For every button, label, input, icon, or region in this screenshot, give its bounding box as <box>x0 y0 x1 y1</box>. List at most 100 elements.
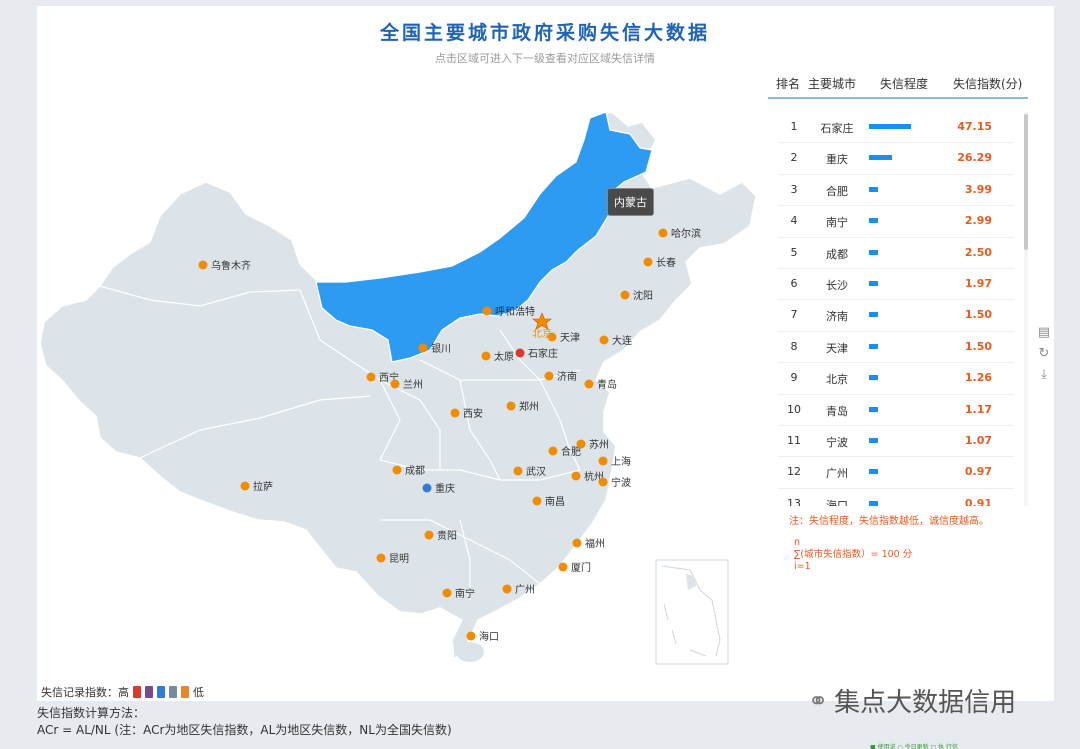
rank-number: 4 <box>790 214 798 228</box>
rank-number: 3 <box>790 182 798 196</box>
ranking-row[interactable]: 4 南宁 2.99 <box>778 206 1014 238</box>
svg-text:南宁: 南宁 <box>455 587 475 600</box>
ranking-row[interactable]: 10 青岛 1.17 <box>778 395 1014 426</box>
rank-bar <box>869 312 878 318</box>
svg-text:乌鲁木齐: 乌鲁木齐 <box>211 259 251 272</box>
rank-bar <box>869 249 878 255</box>
city-haikou[interactable]: 海口 <box>466 630 500 643</box>
svg-text:上海: 上海 <box>611 455 631 468</box>
rank-bar <box>869 218 878 224</box>
download-icon[interactable]: ⤓ <box>1036 367 1052 388</box>
rank-bar <box>869 375 878 381</box>
ranking-row[interactable]: 12 广州 0.97 <box>778 457 1014 489</box>
svg-text:贵阳: 贵阳 <box>437 529 457 542</box>
rank-bar <box>869 469 878 475</box>
rank-number: 13 <box>787 496 801 506</box>
rank-number: 7 <box>790 308 798 322</box>
rank-number: 1 <box>790 120 798 133</box>
rank-bar <box>869 437 878 443</box>
legend-low-label: 低 <box>193 686 204 699</box>
refresh-icon[interactable]: ↻ <box>1036 346 1052 367</box>
legend-swatch-3[interactable] <box>157 686 165 698</box>
legend-swatch-2[interactable] <box>145 686 153 698</box>
rank-city: 成都 <box>826 247 848 261</box>
rank-value: 1.26 <box>964 371 992 385</box>
ranking-row[interactable]: 13 海口 0.91 <box>778 489 1014 506</box>
legend-swatch-5[interactable] <box>181 686 189 698</box>
chart-toolbox: ▤ ↻ ⤓ <box>1036 325 1052 388</box>
ranking-row[interactable]: 9 北京 1.26 <box>778 363 1014 395</box>
map-legend: 失信记录指数：高 低 <box>41 684 204 700</box>
rank-number: 11 <box>787 433 801 447</box>
svg-text:济南: 济南 <box>557 370 577 383</box>
svg-text:呼和浩特: 呼和浩特 <box>495 306 535 318</box>
ranking-row[interactable]: 5 成都 2.50 <box>778 238 1014 269</box>
rank-city: 北京 <box>826 373 848 387</box>
rank-bar <box>869 343 878 349</box>
svg-text:大连: 大连 <box>612 334 632 347</box>
ranking-list[interactable]: 1 石家庄 47.15 2 重庆 26.29 3 合肥 3.99 4 南宁 2.99 5 成都 2.50 6 长… <box>778 112 1014 506</box>
rank-number: 6 <box>790 276 798 290</box>
svg-text:拉萨: 拉萨 <box>253 480 273 493</box>
svg-text:兰州: 兰州 <box>403 378 423 391</box>
ranking-row[interactable]: 6 长沙 1.97 <box>778 269 1014 301</box>
rank-city: 青岛 <box>826 404 848 418</box>
svg-text:成都: 成都 <box>405 465 425 477</box>
rank-value: 2.99 <box>964 214 992 228</box>
svg-text:广州: 广州 <box>515 584 535 596</box>
calc-method-title: 失信指数计算方法： <box>37 706 146 720</box>
ranking-formula: n ∑(城市失信指数）= 100 分 i=1 <box>794 537 912 573</box>
city-xiamen[interactable]: 厦门 <box>558 561 592 574</box>
ranking-row[interactable]: 3 合肥 3.99 <box>778 175 1014 207</box>
rank-value: 47.15 <box>957 120 992 133</box>
svg-text:厦门: 厦门 <box>571 561 591 574</box>
watermark-text: 集点大数据信用 <box>834 688 1017 718</box>
document-icon[interactable]: ▤ <box>1036 325 1052 346</box>
rank-value: 1.07 <box>964 433 992 447</box>
svg-text:海口: 海口 <box>479 630 499 643</box>
rank-city: 济南 <box>826 310 848 324</box>
rank-value: 2.50 <box>964 245 992 259</box>
svg-text:太原: 太原 <box>494 350 514 363</box>
rank-value: 0.97 <box>964 465 992 479</box>
rank-number: 2 <box>790 151 798 165</box>
formula-mid: ∑(城市失信指数）= 100 分 <box>794 549 913 560</box>
wechat-icon: ⚭ <box>808 686 829 715</box>
bottom-strip: ■ 使用说 ○ 今日更新 □ 执 行信 <box>870 744 959 749</box>
formula-bottom: i=1 <box>794 561 811 572</box>
svg-text:长春: 长春 <box>656 257 676 269</box>
rank-city: 天津 <box>826 341 848 355</box>
ranking-row[interactable]: 1 石家庄 47.15 <box>778 112 1014 144</box>
svg-text:石家庄: 石家庄 <box>528 347 558 360</box>
svg-text:武汉: 武汉 <box>526 465 546 478</box>
ranking-row[interactable]: 8 天津 1.50 <box>778 332 1014 364</box>
city-fuzhou[interactable]: 福州 <box>572 537 606 550</box>
legend-swatch-4[interactable] <box>169 686 177 698</box>
svg-text:哈尔滨: 哈尔滨 <box>671 227 701 240</box>
svg-text:银川: 银川 <box>431 342 451 355</box>
rank-city: 南宁 <box>826 216 848 230</box>
svg-text:青岛: 青岛 <box>597 378 617 391</box>
formula-top: n <box>794 537 801 548</box>
ranking-row[interactable]: 11 宁波 1.07 <box>778 426 1014 458</box>
rank-bar <box>869 406 878 412</box>
rank-number: 5 <box>790 245 798 259</box>
rank-city: 宁波 <box>826 435 848 449</box>
rank-city: 石家庄 <box>820 122 854 135</box>
ranking-row[interactable]: 2 重庆 26.29 <box>778 143 1014 175</box>
rank-number: 9 <box>790 371 798 385</box>
rank-city: 合肥 <box>826 184 848 198</box>
rank-city: 长沙 <box>826 278 848 292</box>
rank-value: 1.50 <box>964 308 992 322</box>
svg-text:重庆: 重庆 <box>435 482 455 495</box>
map-region-hainan[interactable] <box>456 642 484 662</box>
ranking-scrollbar-thumb[interactable] <box>1024 114 1028 250</box>
watermark: ⚭ 集点大数据信用 <box>808 682 1016 719</box>
ranking-row[interactable]: 7 济南 1.50 <box>778 300 1014 332</box>
svg-text:昆明: 昆明 <box>389 553 409 565</box>
legend-label: 失信记录指数：高 <box>41 686 129 699</box>
legend-swatch-1[interactable] <box>133 686 141 698</box>
svg-text:天津: 天津 <box>560 332 580 344</box>
rank-city: 重庆 <box>826 153 848 167</box>
rank-value: 3.99 <box>964 182 992 196</box>
